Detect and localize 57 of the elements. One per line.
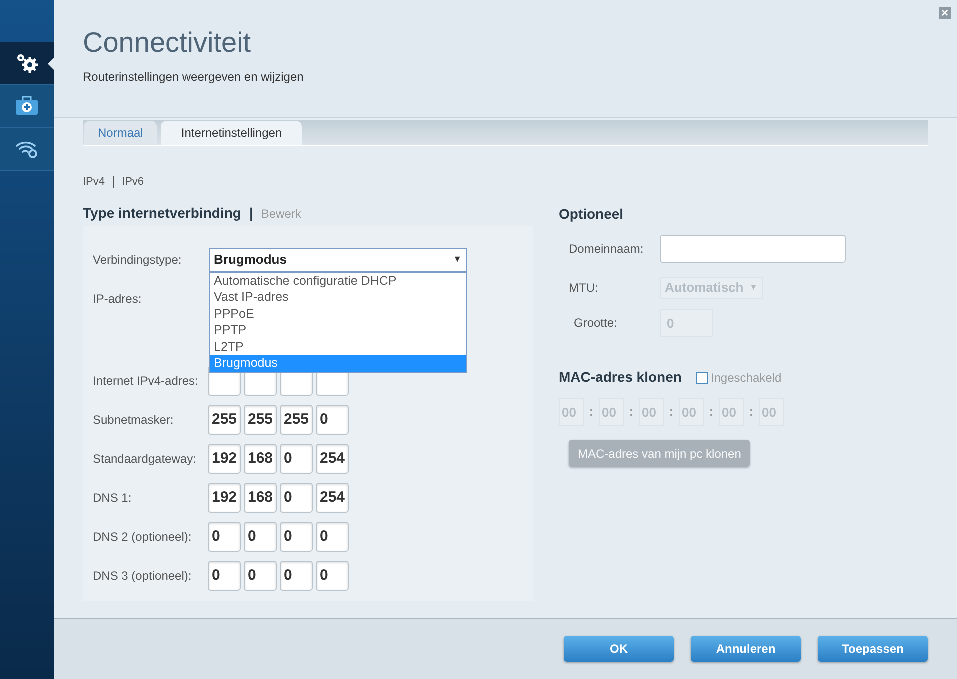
- ip-octet-field[interactable]: 255: [280, 404, 313, 434]
- separator: :: [628, 403, 635, 422]
- ip-octet-field[interactable]: 168: [244, 482, 277, 512]
- ip-octet-field[interactable]: 0: [316, 522, 349, 552]
- ip-octet-field[interactable]: 255: [208, 404, 241, 434]
- ip-octet-field[interactable]: 0: [244, 522, 277, 552]
- ip-octet-field[interactable]: 192: [208, 482, 241, 512]
- dropdown-option[interactable]: L2TP: [210, 338, 466, 355]
- dropdown-option[interactable]: Vast IP-adres: [210, 289, 466, 306]
- ip-octet-field[interactable]: 0: [280, 522, 313, 552]
- ip-octet-field[interactable]: 168: [244, 444, 277, 474]
- dropdown-option[interactable]: PPPoE: [210, 306, 466, 322]
- checkbox-label: Ingeschakeld: [710, 370, 782, 386]
- page-subtitle: Routerinstellingen weergeven en wijzigen: [83, 69, 305, 86]
- connection-type-select[interactable]: Brugmodus ▼: [209, 248, 467, 272]
- tab[interactable]: Internetinstellingen: [161, 121, 302, 145]
- section-title: Type internetverbinding: [83, 204, 242, 223]
- ip-octet-field[interactable]: 0: [280, 560, 313, 590]
- page-title: Connectiviteit: [83, 26, 252, 60]
- sidebar-item[interactable]: [0, 85, 54, 128]
- field-label: DNS 3 (optioneel):: [93, 568, 193, 584]
- domain-field[interactable]: [660, 235, 846, 263]
- field-label: MTU:: [569, 280, 600, 297]
- ip-octet-field[interactable]: 255: [244, 404, 277, 434]
- separator: :: [748, 403, 755, 422]
- ip-octet-field[interactable]: 0: [280, 444, 313, 474]
- dropdown-option[interactable]: PPTP: [210, 322, 466, 338]
- ip-octet-field[interactable]: 0: [208, 522, 241, 552]
- medkit-icon: [15, 96, 39, 116]
- field-label: DNS 1:: [93, 490, 133, 506]
- separator: :: [668, 403, 675, 422]
- field-label: Standaardgateway:: [93, 450, 198, 468]
- field-label: Internet IPv4-adres:: [93, 372, 200, 390]
- separator: :: [708, 403, 715, 422]
- ip-version-link[interactable]: IPv6: [122, 174, 144, 190]
- ip-octet-field[interactable]: 0: [208, 560, 241, 590]
- dropdown-option[interactable]: Automatische configuratie DHCP: [210, 272, 466, 289]
- field-label: IP-adres:: [93, 292, 142, 306]
- section-title: MAC-adres klonen: [559, 368, 682, 387]
- field-label: Subnetmasker:: [93, 412, 175, 428]
- ip-octet-field[interactable]: 0: [244, 560, 277, 590]
- ip-octet-field[interactable]: 0: [316, 560, 349, 590]
- ip-octet-field[interactable]: 0: [280, 482, 313, 512]
- separator: :: [588, 403, 595, 422]
- tab[interactable]: Normaal: [84, 121, 158, 145]
- ip-octet-field[interactable]: 192: [208, 444, 241, 474]
- ip-version-link[interactable]: IPv4: [83, 174, 106, 190]
- ip-octet-field[interactable]: 254: [316, 444, 349, 474]
- field-label: Grootte:: [574, 315, 618, 332]
- ip-octet-field[interactable]: 254: [316, 482, 349, 512]
- sidebar-item[interactable]: [0, 42, 54, 85]
- ip-octet-field[interactable]: 0: [316, 404, 349, 434]
- field-label: Verbindingstype:: [93, 252, 183, 268]
- field-label: DNS 2 (optioneel):: [93, 528, 193, 546]
- field-label: Domeinnaam:: [569, 241, 645, 258]
- section-title: Optioneel: [559, 205, 625, 224]
- separator: |: [249, 204, 254, 224]
